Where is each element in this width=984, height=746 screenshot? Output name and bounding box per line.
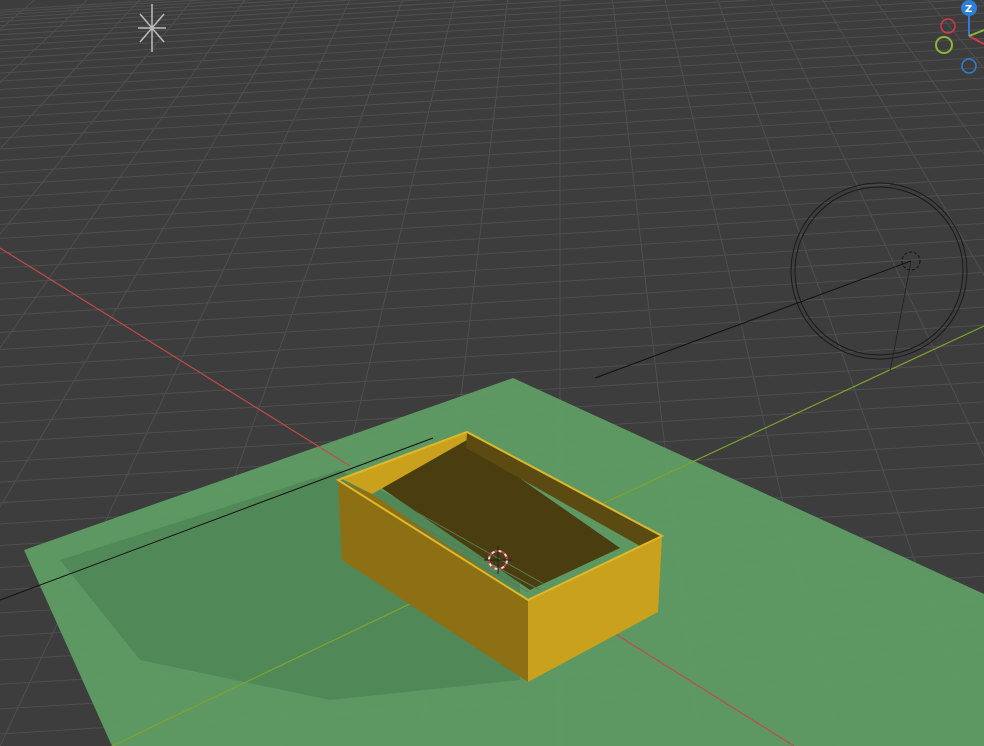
gizmo-z-label: Z (965, 4, 972, 15)
3d-viewport[interactable]: Z (0, 0, 984, 746)
